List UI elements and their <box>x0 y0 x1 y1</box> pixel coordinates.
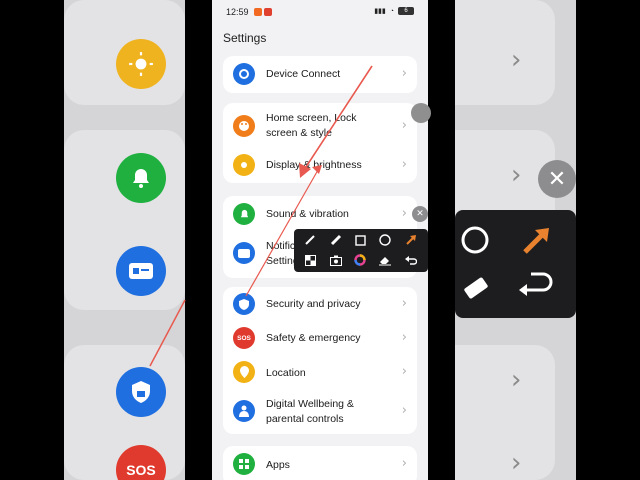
pen-icon[interactable] <box>302 232 318 248</box>
mosaic-icon[interactable] <box>302 252 318 268</box>
close-icon[interactable]: ✕ <box>412 206 428 222</box>
color-picker-icon[interactable] <box>352 252 368 268</box>
circle-icon[interactable] <box>377 232 393 248</box>
arrow-head <box>299 163 311 178</box>
highlighter-icon[interactable] <box>328 232 344 248</box>
rectangle-icon[interactable] <box>352 232 368 248</box>
floating-handle[interactable] <box>411 103 431 123</box>
camera-icon[interactable] <box>328 252 344 268</box>
eraser-icon[interactable] <box>377 252 393 268</box>
annotation-toolbar <box>294 229 428 272</box>
arrow-icon[interactable] <box>403 232 419 248</box>
undo-icon[interactable] <box>403 252 419 268</box>
